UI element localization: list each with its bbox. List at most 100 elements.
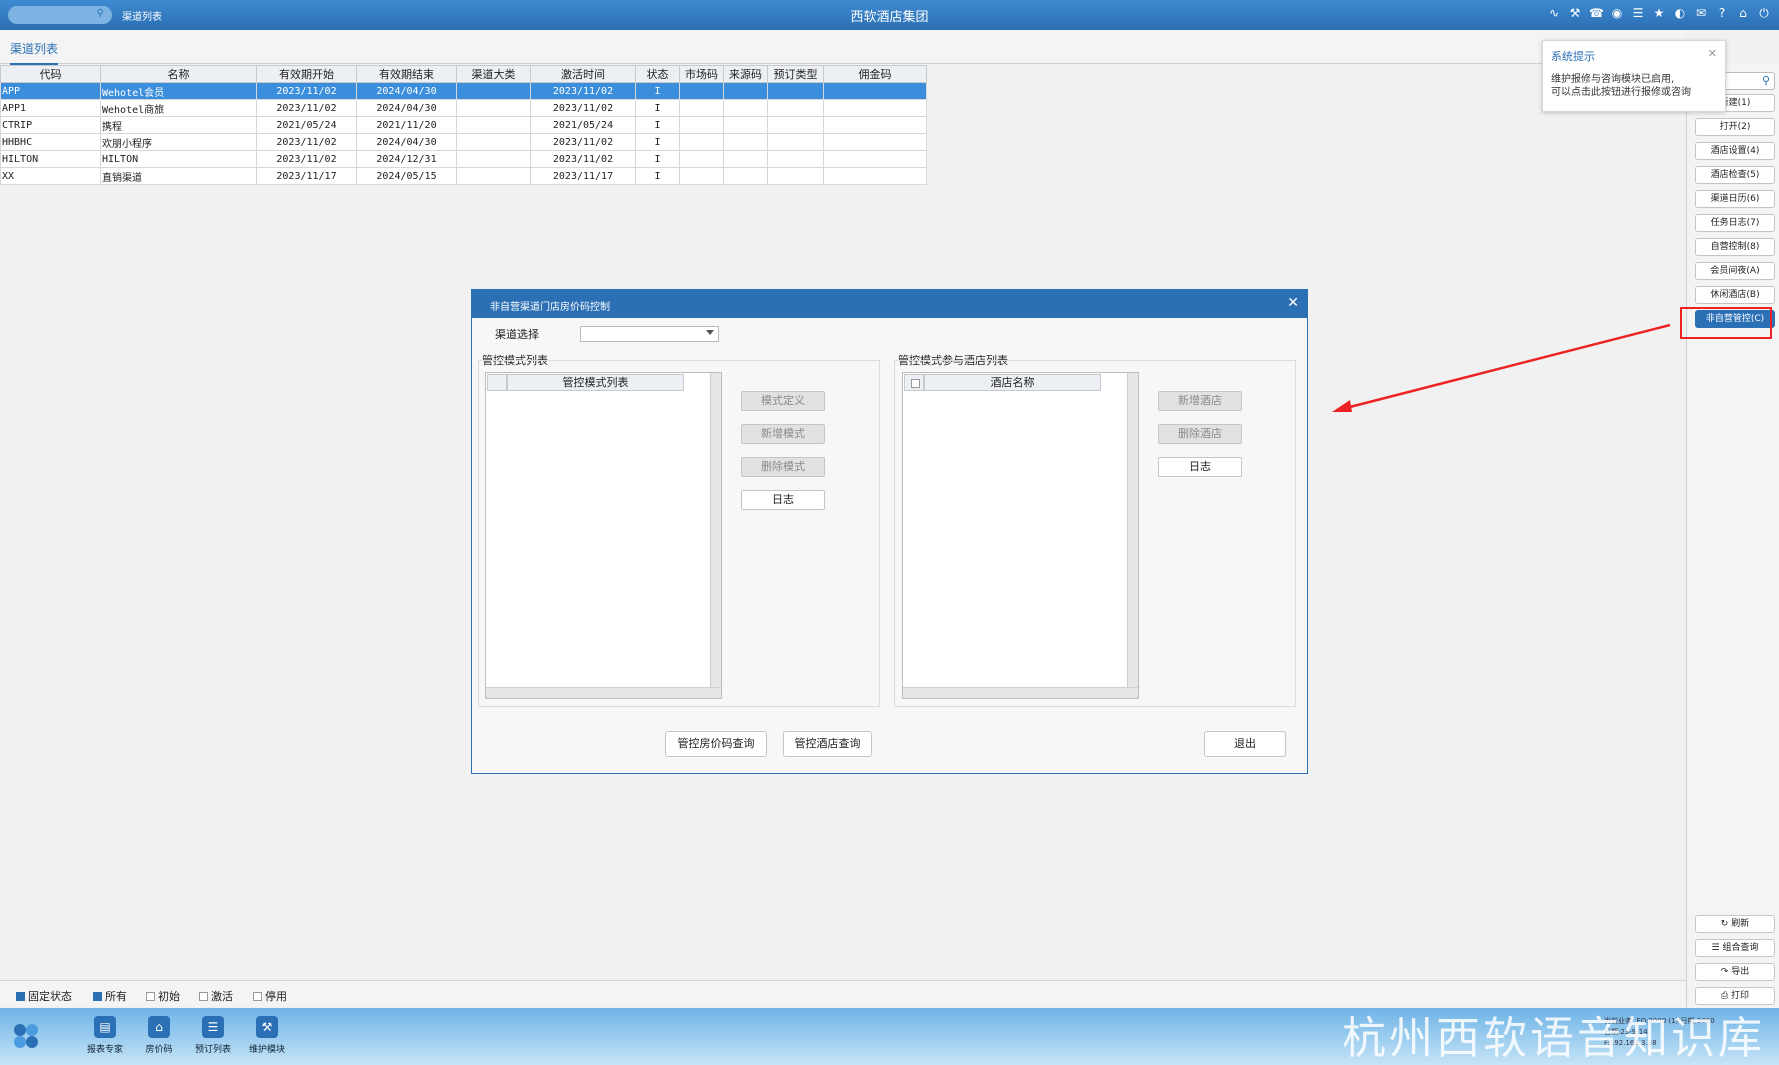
table-row[interactable]: CTRIP 携程 2021/05/24 2021/11/20 2021/05/2… xyxy=(0,116,927,134)
app-logo-icon[interactable] xyxy=(12,1022,40,1050)
column-header[interactable]: 名称 xyxy=(100,65,257,83)
mode-list-header[interactable]: 管控模式列表 xyxy=(507,374,684,391)
cell-code: CTRIP xyxy=(0,116,101,134)
star-icon[interactable]: ★ xyxy=(1652,6,1666,20)
column-header[interactable]: 预订类型 xyxy=(767,65,824,83)
cell-source xyxy=(723,99,768,117)
palette-icon[interactable]: ◉ xyxy=(1610,6,1624,20)
add-mode-button[interactable]: 新增模式 xyxy=(741,424,825,444)
phone-icon[interactable]: ☎ xyxy=(1589,6,1604,20)
mode-list[interactable]: 管控模式列表 xyxy=(485,372,722,699)
task-log-button[interactable]: 任务日志(7) xyxy=(1695,214,1775,232)
hotel-log-button[interactable]: 日志 xyxy=(1158,457,1242,477)
dock-item-maintenance[interactable]: ⚒ 维护模块 xyxy=(239,1016,295,1055)
member-nights-button[interactable]: 会员间夜(A) xyxy=(1695,262,1775,280)
contrast-icon[interactable]: ◐ xyxy=(1673,6,1687,20)
table-row[interactable]: APP Wehotel会员 2023/11/02 2024/04/30 2023… xyxy=(0,82,927,100)
horizontal-scrollbar[interactable] xyxy=(903,687,1138,698)
help-icon[interactable]: ? xyxy=(1715,6,1729,20)
column-header[interactable]: 有效期结束 xyxy=(356,65,457,83)
column-header[interactable]: 有效期开始 xyxy=(256,65,357,83)
table-header-row: 代码 名称 有效期开始 有效期结束 渠道大类 激活时间 状态 市场码 来源码 预… xyxy=(0,65,927,83)
vertical-scrollbar[interactable] xyxy=(1127,373,1138,687)
column-header[interactable]: 激活时间 xyxy=(530,65,636,83)
top-bar: ⚲ 渠道列表 西软酒店集团 ∿ ⚒ ☎ ◉ ☰ ★ ◐ ✉ ? ⌂ ⏻ xyxy=(0,0,1779,30)
table-row[interactable]: APP1 Wehotel商旅 2023/11/02 2024/04/30 202… xyxy=(0,99,927,117)
refresh-button[interactable]: ↻ 刷新 xyxy=(1695,915,1775,933)
checkbox[interactable] xyxy=(253,991,262,1001)
cell-start: 2021/05/24 xyxy=(256,116,357,134)
channel-table: 代码 名称 有效期开始 有效期结束 渠道大类 激活时间 状态 市场码 来源码 预… xyxy=(0,65,927,185)
cell-code: HHBHC xyxy=(0,133,101,151)
home-icon[interactable]: ⌂ xyxy=(1736,6,1750,20)
hotel-list[interactable]: 酒店名称 xyxy=(902,372,1139,699)
hotel-query-button[interactable]: 管控酒店查询 xyxy=(783,731,872,757)
filter-label: 停用 xyxy=(265,990,287,1003)
horizontal-scrollbar[interactable] xyxy=(486,687,721,698)
add-hotel-button[interactable]: 新增酒店 xyxy=(1158,391,1242,411)
menu-icon[interactable]: ☰ xyxy=(1631,6,1645,20)
cell-name: Wehotel商旅 xyxy=(100,99,257,117)
tab-channel-list[interactable]: 渠道列表 xyxy=(10,40,59,65)
filter-active[interactable]: 激活 xyxy=(199,988,233,1004)
combined-query-button[interactable]: ☰ 组合查询 xyxy=(1695,939,1775,957)
dock-item-booking-list[interactable]: ☰ 预订列表 xyxy=(185,1016,241,1055)
close-icon[interactable]: ✕ xyxy=(1708,47,1717,60)
tip-title: 系统提示 xyxy=(1551,50,1595,63)
column-header[interactable]: 佣金码 xyxy=(823,65,927,83)
open-button[interactable]: 打开(2) xyxy=(1695,118,1775,136)
export-button[interactable]: ↷ 导出 xyxy=(1695,963,1775,981)
mode-log-button[interactable]: 日志 xyxy=(741,490,825,510)
table-row[interactable]: XX 直销渠道 2023/11/17 2024/05/15 2023/11/17… xyxy=(0,167,927,185)
column-header[interactable]: 市场码 xyxy=(679,65,724,83)
refresh-label: 刷新 xyxy=(1731,919,1750,929)
hotel-name-header[interactable]: 酒店名称 xyxy=(924,374,1101,391)
filter-label: 初始 xyxy=(158,990,180,1003)
delete-mode-button[interactable]: 删除模式 xyxy=(741,457,825,477)
delete-hotel-button[interactable]: 删除酒店 xyxy=(1158,424,1242,444)
filter-initial[interactable]: 初始 xyxy=(146,988,180,1004)
mail-icon[interactable]: ✉ xyxy=(1694,6,1708,20)
filter-fixed-status[interactable]: 固定状态 xyxy=(16,988,72,1004)
channel-select[interactable] xyxy=(580,326,719,342)
dialog-title: 非自营渠道门店房价码控制 xyxy=(490,302,610,313)
vertical-scrollbar[interactable] xyxy=(710,373,721,687)
tools-icon[interactable]: ⚒ xyxy=(1568,6,1582,20)
table-row[interactable]: HHBHC 欢朋小程序 2023/11/02 2024/04/30 2023/1… xyxy=(0,133,927,151)
checkbox[interactable] xyxy=(93,991,102,1001)
self-control-button[interactable]: 自营控制(8) xyxy=(1695,238,1775,256)
filter-disabled[interactable]: 停用 xyxy=(253,988,287,1004)
list-icon: ☰ xyxy=(1711,943,1720,953)
cell-start: 2023/11/17 xyxy=(256,167,357,185)
channel-calendar-button[interactable]: 渠道日历(6) xyxy=(1695,190,1775,208)
table-row[interactable]: HILTON HILTON 2023/11/02 2024/12/31 2023… xyxy=(0,150,927,168)
mode-define-button[interactable]: 模式定义 xyxy=(741,391,825,411)
cell-commission xyxy=(823,150,927,168)
cell-booking-type xyxy=(767,82,824,100)
select-all-checkbox[interactable] xyxy=(911,379,920,388)
close-icon[interactable]: ✕ xyxy=(1287,295,1299,311)
column-header[interactable]: 来源码 xyxy=(723,65,768,83)
checkbox[interactable] xyxy=(146,991,155,1001)
column-header[interactable]: 状态 xyxy=(635,65,680,83)
search-icon[interactable]: ⚲ xyxy=(1762,74,1770,87)
cell-activated: 2021/05/24 xyxy=(530,116,636,134)
hotel-check-button[interactable]: 酒店检查(5) xyxy=(1695,166,1775,184)
leisure-hotel-button[interactable]: 休闲酒店(B) xyxy=(1695,286,1775,304)
power-icon[interactable]: ⏻ xyxy=(1757,6,1771,20)
hotel-settings-button[interactable]: 酒店设置(4) xyxy=(1695,142,1775,160)
checkbox[interactable] xyxy=(16,991,25,1001)
wifi-icon[interactable]: ∿ xyxy=(1547,6,1561,20)
channel-select-label: 渠道选择 xyxy=(495,328,539,341)
exit-button[interactable]: 退出 xyxy=(1204,731,1286,757)
filter-all[interactable]: 所有 xyxy=(93,988,127,1004)
booking-icon: ☰ xyxy=(202,1016,224,1038)
dock-item-report-expert[interactable]: ▤ 报表专家 xyxy=(77,1016,133,1055)
column-header[interactable]: 代码 xyxy=(0,65,101,83)
rate-code-query-button[interactable]: 管控房价码查询 xyxy=(665,731,767,757)
cell-status: I xyxy=(635,133,680,151)
chevron-down-icon[interactable] xyxy=(706,330,714,335)
column-header[interactable]: 渠道大类 xyxy=(456,65,531,83)
dock-item-rate-code[interactable]: ⌂ 房价码 xyxy=(131,1016,187,1055)
checkbox[interactable] xyxy=(199,991,208,1001)
